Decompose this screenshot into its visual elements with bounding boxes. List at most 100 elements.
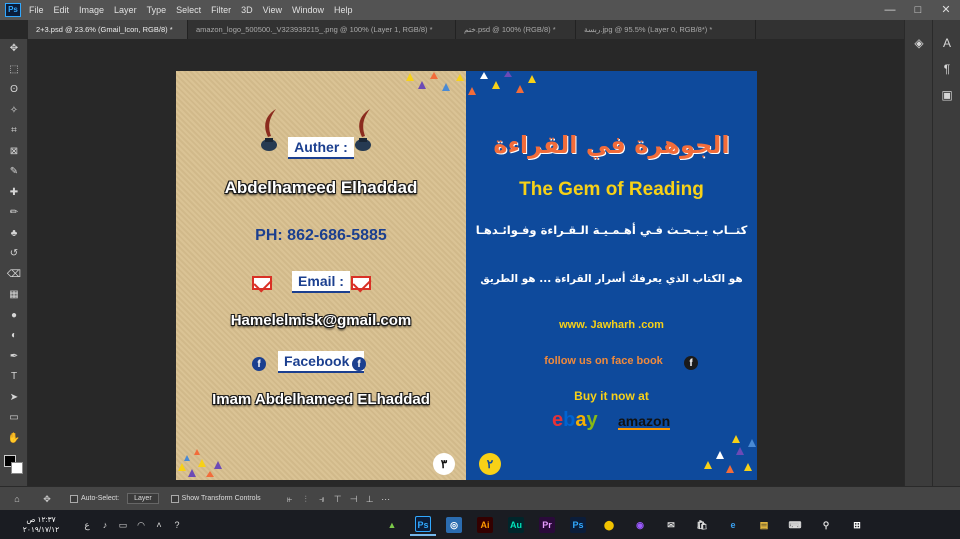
wifi-icon[interactable]: ◠ — [134, 518, 148, 532]
dodge-icon[interactable]: ◐ — [0, 326, 28, 347]
menu-file[interactable]: File — [29, 5, 44, 15]
help-icon[interactable]: ? — [170, 518, 184, 532]
arabic-tagline-1: كتــاب يـبـحـث فـي أهـمـيـة الـقـراءة وف… — [475, 223, 748, 237]
stamp-icon[interactable]: ♣ — [0, 224, 28, 245]
system-clock[interactable]: ١٢:٣٧ ص ٢٠١٩/١٧/١٢ — [6, 515, 76, 535]
menu-help[interactable]: Help — [334, 5, 353, 15]
email-label-row: Email : — [176, 271, 466, 293]
eyedropper-icon[interactable]: ✎ — [0, 162, 28, 183]
photoshop-window: Ps File Edit Image Layer Type Select Fil… — [0, 0, 960, 539]
menu-layer[interactable]: Layer — [114, 5, 137, 15]
brush-icon[interactable]: ✏ — [0, 203, 28, 224]
email-address: Hamelelmisk@gmail.com — [230, 312, 412, 329]
layer-dropdown[interactable]: Layer — [127, 493, 159, 504]
menu-select[interactable]: Select — [176, 5, 201, 15]
taskbar-app-photoshop[interactable]: Ps — [410, 514, 436, 536]
taskbar-app-audition[interactable]: Au — [503, 514, 529, 536]
eraser-icon[interactable]: ⌫ — [0, 265, 28, 286]
triangle-pattern-decoration — [178, 449, 222, 477]
align-top-icon[interactable]: ⊤ — [333, 494, 343, 504]
taskbar-app-chrome[interactable]: ⬤ — [596, 514, 622, 536]
facebook-label: Facebook : — [278, 351, 364, 373]
move-icon[interactable]: ✥ — [0, 39, 28, 60]
document-tab-bar: 2+3.psd @ 23.6% (Gmail_Icon, RGB/8) * am… — [28, 20, 904, 39]
taskbar-app-illustrator[interactable]: Ai — [472, 514, 498, 536]
paragraph-icon[interactable]: ¶ — [933, 56, 960, 82]
taskbar-app-premiere[interactable]: Pr — [534, 514, 560, 536]
facebook-icon: f — [352, 357, 366, 371]
taskbar-app-media[interactable]: ◉ — [627, 514, 653, 536]
menu-3d[interactable]: 3D — [241, 5, 253, 15]
taskbar-app-explorer[interactable]: ▤ — [751, 514, 777, 536]
home-icon[interactable]: ⌂ — [12, 494, 22, 504]
tab-document-3[interactable]: ختم.psd @ 100% (RGB/8) * — [456, 20, 576, 39]
canvas-area[interactable]: Auther : Abdelhameed Elhaddad PH: 862-68… — [29, 39, 904, 486]
healing-icon[interactable]: ✚ — [0, 183, 28, 204]
taskbar-app-photoshop-2[interactable]: Ps — [565, 514, 591, 536]
rectangle-icon[interactable]: ▭ — [0, 408, 28, 429]
windows-taskbar: ١٢:٣٧ ص ٢٠١٩/١٧/١٢ ع ♪ ▭ ◠ ˄ ? ▲ Ps ◎ Ai… — [0, 510, 960, 539]
transform-checkbox[interactable] — [170, 494, 179, 503]
battery-icon[interactable]: ▭ — [116, 518, 130, 532]
tab-document-4[interactable]: ربسة.jpg @ 95.5% (Layer 0, RGB/8*) * — [576, 20, 756, 39]
search-icon[interactable]: ⚲ — [813, 514, 839, 536]
auto-select-option[interactable]: Auto-Select: — [70, 494, 119, 503]
author-label-row: Auther : — [176, 137, 466, 159]
chevron-up-icon[interactable]: ˄ — [152, 518, 166, 532]
close-button[interactable]: ✕ — [932, 0, 960, 20]
color-swatches[interactable] — [4, 455, 24, 477]
tab-document-1[interactable]: 2+3.psd @ 23.6% (Gmail_Icon, RGB/8) * — [28, 20, 188, 39]
options-bar: ⌂ ✥ Auto-Select: Layer Show Transform Co… — [0, 486, 960, 510]
taskbar-app-edge[interactable]: e — [720, 514, 746, 536]
menu-image[interactable]: Image — [79, 5, 104, 15]
background-color[interactable] — [11, 462, 23, 474]
gradient-icon[interactable]: ▦ — [0, 285, 28, 306]
pen-icon[interactable]: ✒ — [0, 347, 28, 368]
move-tool-icon[interactable]: ✥ — [42, 494, 52, 504]
type-icon[interactable]: T — [0, 367, 28, 388]
magic-wand-icon[interactable]: ✧ — [0, 101, 28, 122]
swatches-icon[interactable]: ▣ — [933, 82, 960, 108]
lasso-icon[interactable]: ʘ — [0, 80, 28, 101]
menu-type[interactable]: Type — [147, 5, 167, 15]
align-left-icon[interactable]: ⫦ — [285, 494, 295, 504]
history-brush-icon[interactable]: ↺ — [0, 244, 28, 265]
tab-document-2[interactable]: amazon_logo_500500._V323939215_.png @ 10… — [188, 20, 456, 39]
taskbar-app-camera[interactable]: ◎ — [441, 514, 467, 536]
menu-filter[interactable]: Filter — [211, 5, 231, 15]
business-card-artboard[interactable]: Auther : Abdelhameed Elhaddad PH: 862-68… — [176, 71, 757, 480]
layers-icon[interactable]: ◈ — [905, 30, 933, 56]
windows-start-icon[interactable]: ⊞ — [844, 514, 870, 536]
taskbar-app-taskview[interactable]: ⌨ — [782, 514, 808, 536]
crop-icon[interactable]: ⌗ — [0, 121, 28, 142]
align-center-icon[interactable]: ⫶ — [301, 494, 311, 504]
language-indicator[interactable]: ع — [80, 518, 94, 532]
character-icon[interactable]: A — [933, 30, 960, 56]
transform-controls-option[interactable]: Show Transform Controls — [170, 494, 261, 503]
hand-icon[interactable]: ✋ — [0, 429, 28, 450]
author-name: Abdelhameed Elhaddad — [224, 178, 418, 197]
path-select-icon[interactable]: ➤ — [0, 388, 28, 409]
transform-label: Show Transform Controls — [181, 495, 261, 502]
marquee-icon[interactable]: ⬚ — [0, 60, 28, 81]
maximize-button[interactable]: □ — [904, 0, 932, 20]
align-right-icon[interactable]: ⫣ — [317, 494, 327, 504]
taskbar-app-mail[interactable]: ✉ — [658, 514, 684, 536]
auto-select-checkbox[interactable] — [70, 494, 78, 503]
tab-label: ختم.psd @ 100% (RGB/8) * — [464, 25, 556, 34]
follow-facebook-text: follow us on face book — [544, 355, 663, 367]
more-options-icon[interactable]: ⋯ — [381, 494, 391, 504]
align-bottom-icon[interactable]: ⊥ — [365, 494, 375, 504]
align-middle-icon[interactable]: ⊣ — [349, 494, 359, 504]
tab-label: ربسة.jpg @ 95.5% (Layer 0, RGB/8*) * — [584, 25, 713, 34]
taskbar-app-store[interactable]: 🛍 — [689, 514, 715, 536]
blur-icon[interactable]: ● — [0, 306, 28, 327]
menu-view[interactable]: View — [263, 5, 282, 15]
frame-icon[interactable]: ⊠ — [0, 142, 28, 163]
menu-window[interactable]: Window — [292, 5, 324, 15]
arabic-book-title: الجوهرة في القراءة — [493, 131, 730, 159]
minimize-button[interactable]: — — [876, 0, 904, 20]
taskbar-app-android[interactable]: ▲ — [379, 514, 405, 536]
volume-icon[interactable]: ♪ — [98, 518, 112, 532]
menu-edit[interactable]: Edit — [54, 5, 70, 15]
